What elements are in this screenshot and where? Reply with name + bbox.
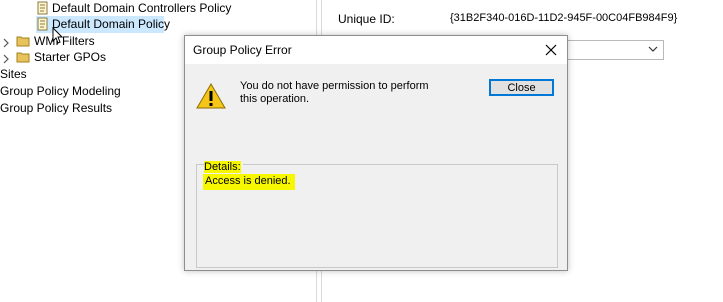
tree-item-group-policy-modeling[interactable]: Group Policy Modeling — [0, 83, 130, 100]
close-button[interactable]: Close — [489, 79, 554, 96]
tree-item-label: Starter GPOs — [34, 50, 107, 64]
tree-item-label: WMI Filters — [34, 34, 95, 48]
details-box: Details: Access is denied. — [196, 161, 558, 268]
chevron-right-icon[interactable] — [2, 52, 10, 64]
tree-item-starter-gpos[interactable]: Starter GPOs — [2, 49, 106, 66]
policy-icon — [36, 17, 50, 31]
details-label: Details: — [204, 161, 243, 173]
unique-id-value: {31B2F340-016D-11D2-945F-00C04FB984F9} — [450, 12, 678, 24]
policy-icon — [36, 1, 50, 15]
warning-icon — [196, 83, 226, 112]
tree-item-label: Default Domain Policy — [52, 17, 171, 31]
tree-item-default-domain-controllers-policy[interactable]: Default Domain Controllers Policy — [36, 0, 231, 17]
mouse-cursor-icon — [52, 27, 64, 44]
group-policy-error-dialog: Group Policy Error You do not have permi… — [184, 35, 568, 271]
error-message: You do not have permission to perform th… — [240, 80, 429, 105]
tree-item-group-policy-results[interactable]: Group Policy Results — [0, 100, 130, 117]
tree-item-label: Group Policy Results — [0, 101, 113, 115]
tree-item-label: Sites — [0, 67, 27, 81]
details-text: Access is denied. — [203, 174, 295, 190]
details-label-text: Details: — [204, 161, 241, 173]
background-dropdown[interactable] — [558, 40, 664, 60]
chevron-down-icon — [648, 46, 658, 52]
tree-item-label: Group Policy Modeling — [0, 84, 121, 98]
unique-id-label: Unique ID: — [338, 12, 395, 26]
dialog-title: Group Policy Error — [193, 43, 292, 57]
dialog-titlebar[interactable]: Group Policy Error — [185, 36, 567, 64]
folder-icon — [16, 50, 30, 64]
close-icon[interactable] — [543, 42, 559, 58]
chevron-right-icon[interactable] — [2, 36, 10, 48]
tree-item-label: Default Domain Controllers Policy — [52, 1, 232, 15]
folder-icon — [16, 34, 30, 48]
tree-item-sites[interactable]: Sites — [0, 66, 60, 83]
